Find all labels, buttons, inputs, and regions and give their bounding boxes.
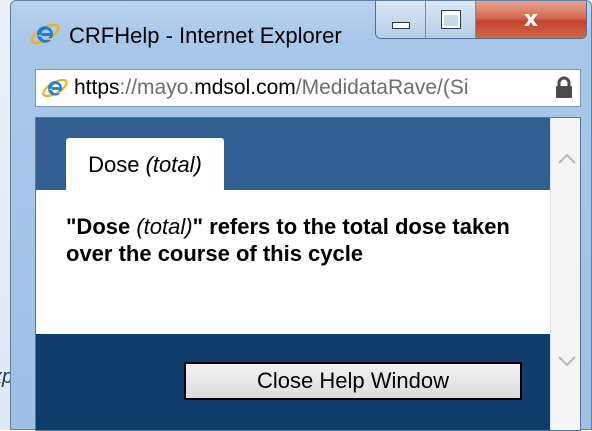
close-help-window-button[interactable]: Close Help Window bbox=[184, 362, 522, 400]
ie-icon bbox=[29, 18, 61, 50]
url-text[interactable]: https://mayo.mdsol.com/MedidataRave/(Si bbox=[70, 76, 554, 100]
lock-icon[interactable] bbox=[554, 76, 574, 100]
tab-dose-total[interactable]: Dose (total) bbox=[66, 138, 224, 192]
url-domain: mdsol.com bbox=[194, 76, 296, 99]
tab-label: Dose bbox=[88, 152, 140, 177]
url-subdomain: ://mayo. bbox=[119, 76, 195, 99]
message-open: "Dose bbox=[66, 214, 137, 239]
message-qualifier: (total) bbox=[136, 214, 193, 239]
ie-popup-window: CRFHelp - Internet Explorer x https://ma… bbox=[10, 0, 592, 431]
window-controls: x bbox=[375, 1, 587, 39]
title-bar[interactable]: CRFHelp - Internet Explorer x bbox=[11, 1, 591, 63]
address-bar[interactable]: https://mayo.mdsol.com/MedidataRave/(Si bbox=[35, 69, 581, 107]
close-window-button[interactable]: x bbox=[476, 1, 586, 38]
chevron-up-icon[interactable] bbox=[556, 148, 578, 170]
url-path: /MedidataRave/(Si bbox=[295, 76, 469, 99]
tab-band: Dose (total) bbox=[36, 118, 550, 192]
window-title: CRFHelp - Internet Explorer bbox=[69, 23, 342, 48]
minimize-button[interactable] bbox=[376, 1, 426, 38]
url-scheme: https bbox=[74, 76, 120, 99]
tab-label-qualifier: (total) bbox=[145, 152, 202, 177]
ie-page-icon bbox=[40, 74, 70, 102]
help-footer: Close Help Window bbox=[36, 334, 550, 430]
chevron-down-icon[interactable] bbox=[556, 350, 578, 372]
help-message: "Dose (total)" refers to the total dose … bbox=[66, 213, 536, 267]
maximize-icon bbox=[440, 10, 461, 29]
close-icon: x bbox=[523, 7, 539, 32]
help-content: Dose (total) "Dose (total)" refers to th… bbox=[35, 117, 581, 431]
minimize-icon bbox=[391, 22, 410, 29]
maximize-button[interactable] bbox=[426, 1, 476, 38]
vertical-scrollbar[interactable] bbox=[550, 118, 580, 430]
